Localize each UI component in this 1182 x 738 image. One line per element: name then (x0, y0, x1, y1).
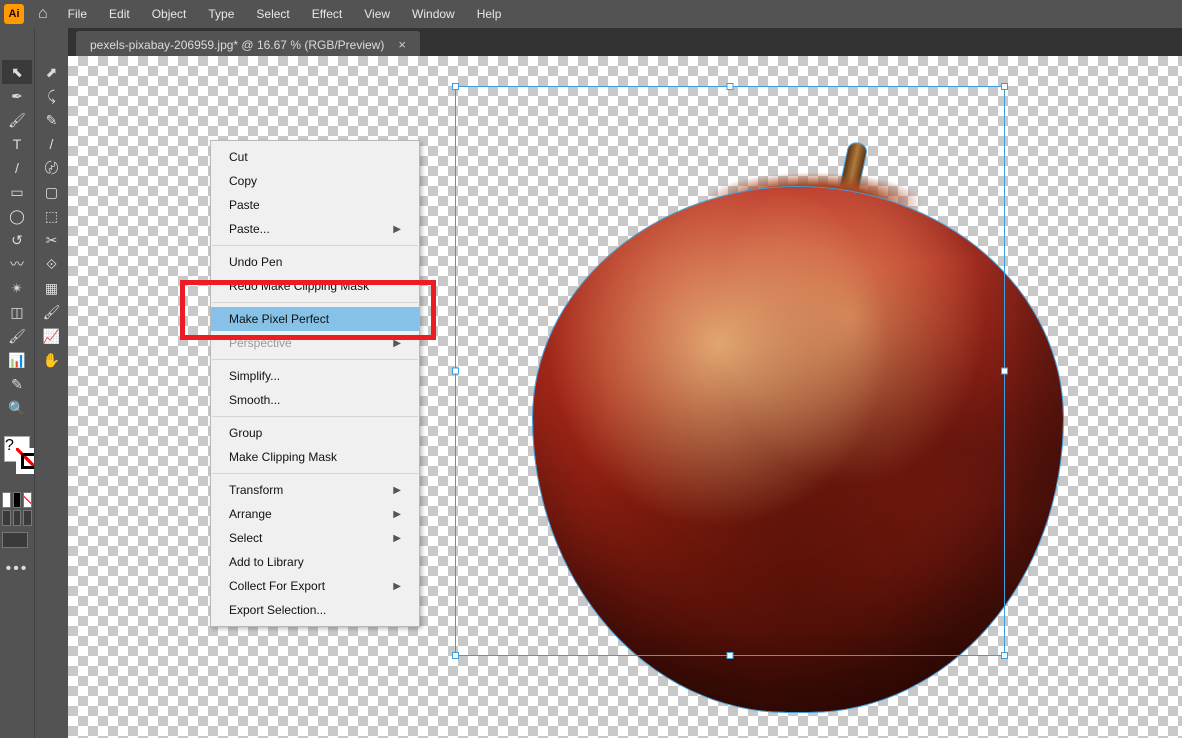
menu-type[interactable]: Type (198, 1, 244, 27)
menu-select[interactable]: Select (246, 1, 299, 27)
line-segment-tool-icon[interactable]: / (37, 132, 67, 156)
chevron-right-icon: ▶ (393, 485, 401, 496)
document-tabs: pexels-pixabay-206959.jpg* @ 16.67 % (RG… (0, 28, 1182, 58)
selection-tool-icon[interactable]: ⬉ (2, 60, 32, 84)
ctx-simplify[interactable]: Simplify... (211, 364, 419, 388)
menu-object[interactable]: Object (142, 1, 197, 27)
toolbar-column-b: ⬈ ⤹ ✎ / 〄 ▢ ⬚ ✂ ⟐ ▦ 🖌 📈 ✋ (34, 28, 68, 738)
menu-effect[interactable]: Effect (302, 1, 352, 27)
column-graph-tool-icon[interactable]: 📈 (37, 324, 67, 348)
ctx-add-to-library[interactable]: Add to Library (211, 550, 419, 574)
symbol-sprayer-tool-icon[interactable]: 🖌 (37, 300, 67, 324)
chevron-right-icon: ▶ (393, 338, 401, 349)
hand-tool-icon[interactable]: ✋ (37, 348, 67, 372)
edit-toolbar-button[interactable]: ••• (0, 560, 34, 578)
color-swatch[interactable] (2, 492, 11, 508)
draw-normal-icon[interactable] (2, 510, 11, 526)
draw-inside-icon[interactable] (23, 510, 32, 526)
menu-bar: Ai ⌂ File Edit Object Type Select Effect… (0, 0, 1182, 28)
eyedropper-tool-icon[interactable]: ✎ (2, 372, 32, 396)
ctx-paste-sub[interactable]: Paste...▶ (211, 217, 419, 241)
menu-help[interactable]: Help (467, 1, 512, 27)
direct-selection-tool-icon[interactable]: ⬈ (37, 60, 67, 84)
home-icon[interactable]: ⌂ (38, 5, 48, 23)
ctx-group[interactable]: Group (211, 421, 419, 445)
free-transform-tool-icon[interactable]: ⬚ (37, 204, 67, 228)
document-tab[interactable]: pexels-pixabay-206959.jpg* @ 16.67 % (RG… (76, 31, 420, 58)
width-tool-icon[interactable]: 〰 (2, 252, 32, 276)
ctx-export-selection[interactable]: Export Selection... (211, 598, 419, 622)
ellipse-tool-icon[interactable]: ◯ (2, 204, 32, 228)
eraser-tool-icon[interactable]: 〄 (37, 156, 67, 180)
menu-file[interactable]: File (58, 1, 97, 27)
none-swatch[interactable] (23, 492, 32, 508)
brush-tool-icon[interactable]: 🖌 (2, 108, 32, 132)
perspective-grid-tool-icon[interactable]: ⟐ (37, 252, 67, 276)
scissors-tool-icon[interactable]: ✂ (37, 228, 67, 252)
ctx-transform[interactable]: Transform▶ (211, 478, 419, 502)
color-swatch[interactable] (13, 492, 22, 508)
ctx-cut[interactable]: Cut (211, 145, 419, 169)
menu-edit[interactable]: Edit (99, 1, 140, 27)
ctx-perspective: Perspective▶ (211, 331, 419, 355)
selected-object[interactable] (523, 142, 1073, 712)
toolbar-column-a: ⬉ ✒ 🖌 T / ▭ ◯ ↺ 〰 ✴ ◫ 🖌 📊 ✎ 🔍 ? ••• (0, 28, 34, 738)
menu-view[interactable]: View (354, 1, 400, 27)
artboard-tool-icon[interactable]: ▢ (37, 180, 67, 204)
separator (212, 302, 418, 303)
rectangle-tool-icon[interactable]: ▭ (2, 180, 32, 204)
separator (212, 245, 418, 246)
mesh-tool-icon[interactable]: ◫ (2, 300, 32, 324)
separator (212, 473, 418, 474)
blend-tool-icon[interactable]: 🖌 (2, 324, 32, 348)
zoom-tool-icon[interactable]: 🔍 (2, 396, 32, 420)
tab-label: pexels-pixabay-206959.jpg* @ 16.67 % (RG… (90, 38, 384, 52)
app-logo: Ai (4, 4, 24, 24)
menu-window[interactable]: Window (402, 1, 465, 27)
ctx-select[interactable]: Select▶ (211, 526, 419, 550)
gradient-tool-icon[interactable]: ▦ (37, 276, 67, 300)
chevron-right-icon: ▶ (393, 509, 401, 520)
ctx-collect-for-export[interactable]: Collect For Export▶ (211, 574, 419, 598)
graph-tool-icon[interactable]: 📊 (2, 348, 32, 372)
draw-behind-icon[interactable] (13, 510, 22, 526)
pen-tool-icon[interactable]: ✒ (2, 84, 32, 108)
line-tool-icon[interactable]: / (2, 156, 32, 180)
type-tool-icon[interactable]: T (2, 132, 32, 156)
curvature-tool-icon[interactable]: ⤹ (37, 84, 67, 108)
ctx-arrange[interactable]: Arrange▶ (211, 502, 419, 526)
ctx-undo[interactable]: Undo Pen (211, 250, 419, 274)
chevron-right-icon: ▶ (393, 533, 401, 544)
chevron-right-icon: ▶ (393, 224, 401, 235)
rotate-tool-icon[interactable]: ↺ (2, 228, 32, 252)
chevron-right-icon: ▶ (393, 581, 401, 592)
main-menu: File Edit Object Type Select Effect View… (58, 1, 512, 27)
pencil-tool-icon[interactable]: ✎ (37, 108, 67, 132)
ctx-make-pixel-perfect[interactable]: Make Pixel Perfect (211, 307, 419, 331)
ctx-copy[interactable]: Copy (211, 169, 419, 193)
ctx-paste[interactable]: Paste (211, 193, 419, 217)
screen-mode-icon[interactable] (2, 532, 28, 548)
ctx-redo[interactable]: Redo Make Clipping Mask (211, 274, 419, 298)
close-icon[interactable]: × (398, 37, 406, 52)
separator (212, 359, 418, 360)
apple-body (533, 187, 1063, 712)
context-menu: Cut Copy Paste Paste...▶ Undo Pen Redo M… (210, 140, 420, 627)
fill-stroke-swatch[interactable]: ? (2, 436, 32, 484)
separator (212, 416, 418, 417)
ctx-smooth[interactable]: Smooth... (211, 388, 419, 412)
shape-builder-tool-icon[interactable]: ✴ (2, 276, 32, 300)
ctx-make-clipping-mask[interactable]: Make Clipping Mask (211, 445, 419, 469)
